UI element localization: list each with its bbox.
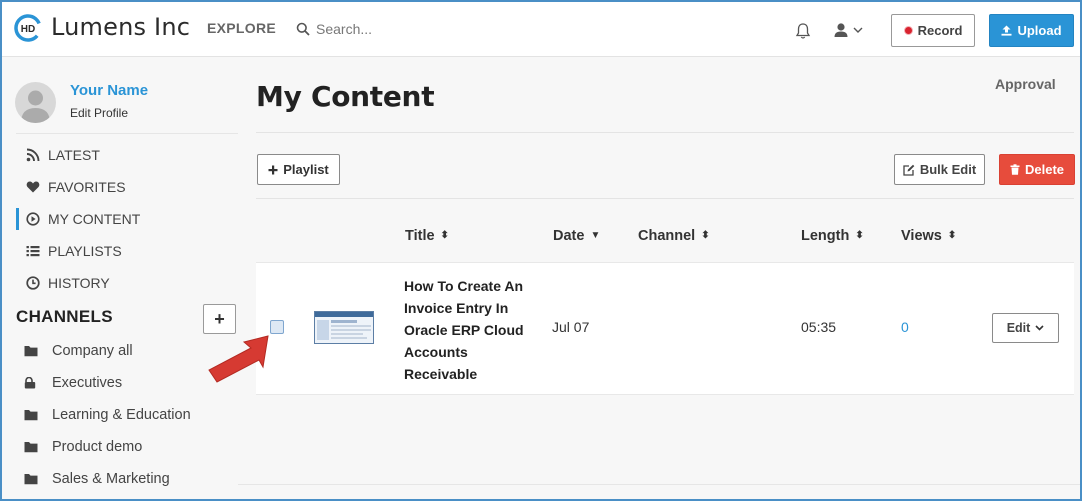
folder-icon bbox=[24, 346, 38, 357]
sidebar-item-my-content[interactable]: MY CONTENT bbox=[16, 208, 216, 230]
toolbar-divider bbox=[256, 198, 1074, 199]
channel-label: Product demo bbox=[52, 439, 143, 455]
add-playlist-button[interactable]: Playlist bbox=[257, 154, 340, 185]
row-checkbox[interactable] bbox=[270, 320, 284, 334]
record-dot-icon bbox=[903, 26, 913, 35]
playlist-label: Playlist bbox=[283, 162, 329, 177]
chevron-down-icon bbox=[1035, 325, 1044, 331]
sort-desc-icon: ▼ bbox=[590, 230, 601, 241]
table-row[interactable]: How To Create An Invoice Entry In Oracle… bbox=[256, 262, 1074, 395]
channel-item[interactable]: Sales & Marketing bbox=[24, 468, 170, 490]
channel-label: Sales & Marketing bbox=[52, 471, 170, 487]
play-circle-icon bbox=[26, 212, 40, 226]
search-icon bbox=[296, 22, 310, 36]
edit-profile-link[interactable]: Edit Profile bbox=[70, 106, 128, 120]
main-content: My Content Approval Playlist Bulk Edit D… bbox=[238, 58, 1080, 499]
record-label: Record bbox=[917, 23, 963, 38]
channels-heading: CHANNELS bbox=[16, 307, 113, 326]
upload-label: Upload bbox=[1017, 23, 1062, 38]
avatar-silhouette-icon bbox=[21, 90, 50, 123]
bulk-edit-label: Bulk Edit bbox=[919, 162, 977, 177]
search-input[interactable] bbox=[316, 17, 516, 41]
trash-icon bbox=[1010, 164, 1020, 175]
app-window: HD Lumens Inc EXPLORE Record Upload bbox=[0, 0, 1082, 501]
clock-icon bbox=[26, 276, 40, 290]
edit-label: Edit bbox=[1006, 321, 1031, 335]
video-date: Jul 07 bbox=[552, 319, 590, 335]
video-length: 05:35 bbox=[801, 319, 837, 335]
folder-icon bbox=[24, 474, 38, 485]
column-header-views[interactable]: Views ⬍ bbox=[901, 228, 956, 244]
channel-label: Executives bbox=[52, 375, 123, 391]
top-header: HD Lumens Inc EXPLORE Record Upload bbox=[2, 2, 1080, 57]
column-header-length[interactable]: Length ⬍ bbox=[801, 228, 864, 244]
sort-icon: ⬍ bbox=[855, 230, 864, 241]
app-name[interactable]: Lumens Inc bbox=[51, 13, 190, 41]
logo-icon[interactable]: HD bbox=[14, 14, 42, 42]
channel-item[interactable]: Learning & Education bbox=[24, 404, 191, 426]
bell-icon[interactable] bbox=[795, 22, 811, 40]
sidebar-item-favorites[interactable]: FAVORITES bbox=[16, 176, 216, 198]
list-icon bbox=[26, 246, 40, 257]
channel-item[interactable]: Company all bbox=[24, 340, 133, 362]
channel-label: Learning & Education bbox=[52, 407, 191, 423]
sidebar: Your Name Edit Profile LATEST FAVORITES … bbox=[2, 58, 238, 499]
column-label: Length bbox=[801, 228, 850, 244]
upload-button[interactable]: Upload bbox=[989, 14, 1074, 47]
edit-icon bbox=[903, 164, 915, 176]
sidebar-item-history[interactable]: HISTORY bbox=[16, 272, 216, 294]
record-button[interactable]: Record bbox=[891, 14, 975, 47]
video-thumbnail[interactable] bbox=[314, 311, 374, 344]
channel-label: Company all bbox=[52, 343, 133, 359]
sidebar-item-label: LATEST bbox=[48, 147, 100, 163]
sidebar-item-latest[interactable]: LATEST bbox=[16, 144, 216, 166]
channel-item[interactable]: Product demo bbox=[24, 436, 142, 458]
logo-badge-text: HD bbox=[21, 24, 35, 35]
add-channel-button[interactable]: + bbox=[203, 304, 236, 334]
lock-icon bbox=[24, 377, 36, 389]
column-header-channel[interactable]: Channel ⬍ bbox=[638, 228, 710, 244]
heart-icon bbox=[26, 181, 40, 193]
column-label: Views bbox=[901, 228, 942, 244]
sidebar-item-label: HISTORY bbox=[48, 275, 110, 291]
rss-icon bbox=[26, 148, 40, 162]
sidebar-item-label: PLAYLISTS bbox=[48, 243, 122, 259]
channel-item[interactable]: Executives bbox=[24, 372, 122, 394]
upload-icon bbox=[1001, 25, 1012, 36]
avatar[interactable] bbox=[15, 82, 56, 123]
column-header-date[interactable]: Date ▼ bbox=[553, 228, 600, 244]
column-header-title[interactable]: Title ⬍ bbox=[405, 228, 449, 244]
delete-label: Delete bbox=[1024, 162, 1065, 177]
sort-icon: ⬍ bbox=[947, 230, 957, 241]
thumbnail-image bbox=[315, 312, 373, 343]
folder-icon bbox=[24, 410, 38, 421]
column-label: Title bbox=[405, 228, 435, 244]
edit-dropdown-button[interactable]: Edit bbox=[992, 313, 1059, 343]
video-title-link[interactable]: How To Create An Invoice Entry In Oracle… bbox=[404, 275, 534, 385]
approval-tab[interactable]: Approval bbox=[995, 76, 1056, 92]
column-label: Date bbox=[553, 228, 585, 244]
sidebar-item-playlists[interactable]: PLAYLISTS bbox=[16, 240, 216, 262]
user-name[interactable]: Your Name bbox=[70, 82, 148, 99]
column-label: Channel bbox=[638, 228, 696, 244]
sort-icon: ⬍ bbox=[440, 230, 449, 241]
explore-link[interactable]: EXPLORE bbox=[207, 20, 276, 36]
content-bottom-divider bbox=[238, 484, 1080, 485]
delete-button[interactable]: Delete bbox=[999, 154, 1075, 185]
folder-icon bbox=[24, 442, 38, 453]
sidebar-item-label: FAVORITES bbox=[48, 179, 126, 195]
sort-icon: ⬍ bbox=[701, 230, 710, 241]
page-title: My Content bbox=[256, 80, 435, 113]
sidebar-item-label: MY CONTENT bbox=[48, 211, 141, 227]
video-views[interactable]: 0 bbox=[901, 319, 909, 335]
plus-icon bbox=[268, 165, 278, 174]
title-divider bbox=[256, 132, 1074, 133]
annotation-arrow-icon bbox=[208, 335, 269, 383]
user-menu[interactable] bbox=[832, 22, 866, 40]
bulk-edit-button[interactable]: Bulk Edit bbox=[894, 154, 985, 185]
sidebar-divider bbox=[16, 133, 238, 134]
